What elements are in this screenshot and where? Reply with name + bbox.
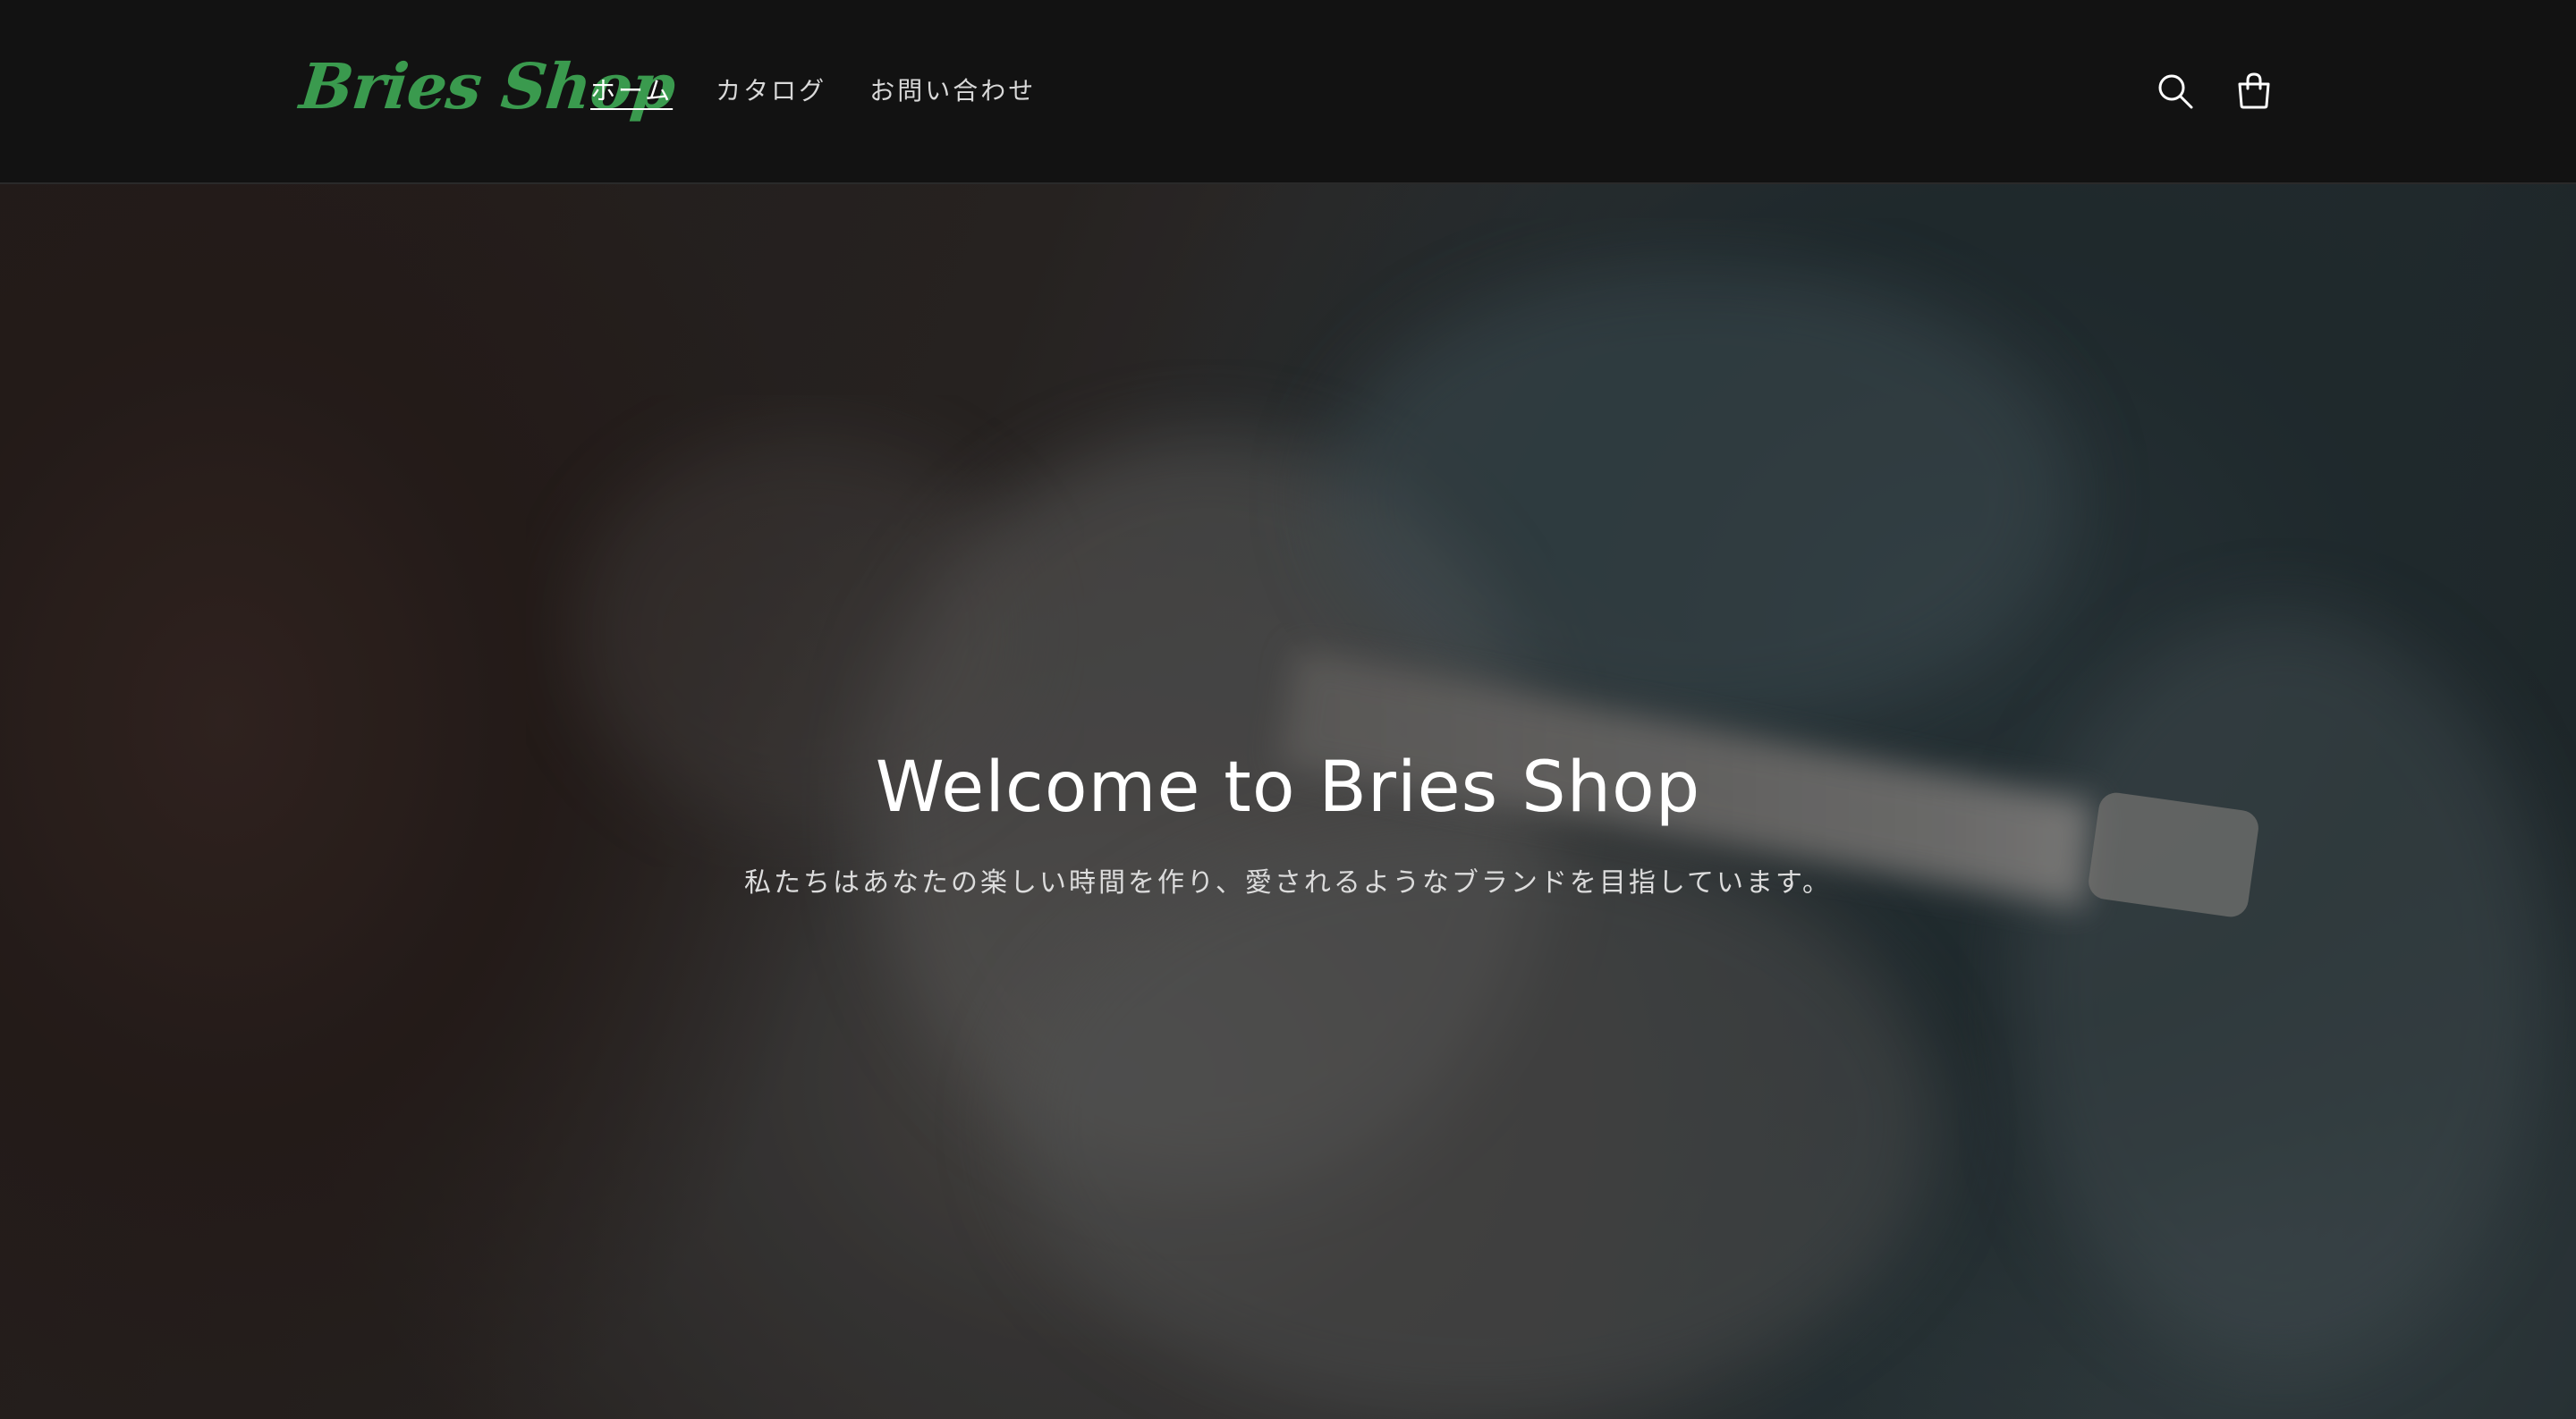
nav-item-catalog[interactable]: カタログ	[698, 63, 844, 116]
nav-item-contact[interactable]: お問い合わせ	[852, 63, 1054, 116]
cart-icon	[2238, 72, 2270, 109]
hero-content: Welcome to Bries Shop 私たちはあなたの楽しい時間を作り、愛…	[0, 748, 2576, 900]
hero-subtitle: 私たちはあなたの楽しい時間を作り、愛されるようなブランドを目指しています。	[744, 867, 1832, 899]
hero-banner: Welcome to Bries Shop 私たちはあなたの楽しい時間を作り、愛…	[0, 184, 2576, 1419]
hero-title: Welcome to Bries Shop	[875, 748, 1701, 828]
nav-item-home[interactable]: ホーム	[572, 63, 691, 116]
main-nav: ホーム カタログ お問い合わせ	[572, 54, 1061, 125]
search-icon	[2158, 74, 2193, 109]
search-button[interactable]	[2138, 54, 2213, 129]
cart-button[interactable]	[2216, 54, 2292, 129]
site-header: Bries Shop ホーム カタログ お問い合わせ	[0, 0, 2576, 184]
